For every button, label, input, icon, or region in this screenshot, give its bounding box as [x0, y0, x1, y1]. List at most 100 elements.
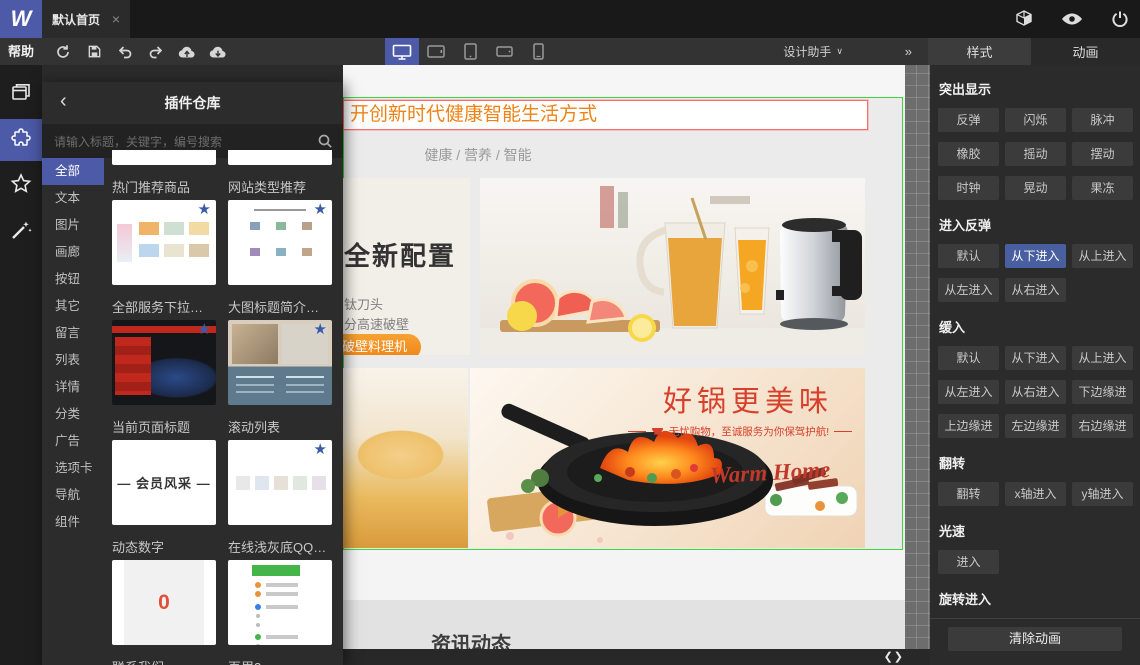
star-icon[interactable]: [198, 202, 211, 217]
animation-button-从左进入[interactable]: 从左进入: [938, 380, 999, 404]
category-导航[interactable]: 导航: [42, 482, 104, 509]
animation-button-右边缘进[interactable]: 右边缘进: [1072, 414, 1133, 438]
hero-title-element[interactable]: 开创新时代健康智能生活方式: [343, 100, 868, 130]
sidebar-item-pages[interactable]: [0, 73, 42, 115]
plugin-item[interactable]: 大图标题简介左右切...: [228, 299, 332, 419]
category-分类[interactable]: 分类: [42, 401, 104, 428]
page-tab[interactable]: 默认首页 ×: [42, 0, 130, 38]
device-phone-landscape-button[interactable]: [487, 38, 521, 65]
animation-button-默认[interactable]: 默认: [938, 244, 999, 268]
plugin-thumb-partial[interactable]: [228, 150, 332, 165]
components-cube-icon[interactable]: [1012, 7, 1036, 31]
left-product-banner[interactable]: 全新配置 钛刀头 分高速破壁 热破壁料理机: [343, 178, 470, 355]
animation-button-从右进入[interactable]: 从右进入: [1005, 278, 1066, 302]
category-详情[interactable]: 详情: [42, 374, 104, 401]
animation-button-摆动[interactable]: 摆动: [1072, 142, 1133, 166]
category-全部[interactable]: 全部: [42, 158, 104, 185]
animation-button-从上进入[interactable]: 从上进入: [1072, 346, 1133, 370]
animation-button-晃动[interactable]: 晃动: [1005, 176, 1066, 200]
animation-button-摇动[interactable]: 摇动: [1005, 142, 1066, 166]
plugin-item[interactable]: 全部服务下拉分类带...: [112, 299, 216, 419]
device-phone-portrait-button[interactable]: [521, 38, 555, 65]
animation-button-时钟[interactable]: 时钟: [938, 176, 999, 200]
app-logo[interactable]: W: [0, 0, 42, 38]
animation-button-进入[interactable]: 进入: [938, 550, 999, 574]
plugin-thumb-partial[interactable]: [112, 150, 216, 165]
sidebar-item-favorites[interactable]: [0, 165, 42, 207]
animation-button-从下进入[interactable]: 从下进入: [1005, 346, 1066, 370]
star-icon[interactable]: [314, 442, 327, 457]
animation-button-从左进入[interactable]: 从左进入: [938, 278, 999, 302]
left-banner-button[interactable]: 热破壁料理机: [343, 334, 422, 355]
preview-eye-icon[interactable]: [1060, 7, 1084, 31]
design-assistant-dropdown[interactable]: 设计助手 ∨: [783, 38, 843, 65]
plugin-item[interactable]: 网站类型推荐: [228, 179, 332, 299]
animation-button-橡胶[interactable]: 橡胶: [938, 142, 999, 166]
animation-button-下边缘进[interactable]: 下边缘进: [1072, 380, 1133, 404]
plugin-item[interactable]: 滚动列表: [228, 419, 332, 539]
plugin-item-thumbnail[interactable]: [228, 200, 332, 285]
category-留言[interactable]: 留言: [42, 320, 104, 347]
cloud-download-icon[interactable]: [207, 41, 229, 63]
power-icon[interactable]: [1108, 7, 1132, 31]
animation-button-闪烁[interactable]: 闪烁: [1005, 108, 1066, 132]
plugin-item-thumbnail[interactable]: [228, 320, 332, 405]
category-列表[interactable]: 列表: [42, 347, 104, 374]
category-广告[interactable]: 广告: [42, 428, 104, 455]
code-view-icon[interactable]: ❮❯: [884, 650, 904, 663]
help-button[interactable]: 帮助: [8, 38, 34, 65]
plugin-item[interactable]: 热门推荐商品: [112, 179, 216, 299]
star-icon[interactable]: [314, 322, 327, 337]
animation-button-脉冲[interactable]: 脉冲: [1072, 108, 1133, 132]
tab-close-icon[interactable]: ×: [112, 11, 120, 27]
plugin-item[interactable]: 动态数字 0: [112, 539, 216, 659]
device-desktop-button[interactable]: [385, 38, 419, 65]
undo-icon[interactable]: [114, 41, 136, 63]
animation-button-从上进入[interactable]: 从上进入: [1072, 244, 1133, 268]
plugin-item-thumbnail[interactable]: [112, 320, 216, 405]
category-其它[interactable]: 其它: [42, 293, 104, 320]
cloud-upload-icon[interactable]: [176, 41, 198, 63]
plugin-item-thumbnail[interactable]: [112, 200, 216, 285]
canvas-scroll-gutter[interactable]: [905, 65, 930, 649]
sidebar-item-plugins[interactable]: [0, 119, 42, 161]
plugin-item-thumbnail[interactable]: — 会员风采 —: [112, 440, 216, 525]
category-画廊[interactable]: 画廊: [42, 239, 104, 266]
plugin-item-thumbnail[interactable]: [228, 440, 332, 525]
design-canvas[interactable]: 开创新时代健康智能生活方式 健康 / 营养 / 智能 全新配置 钛刀头 分高速破…: [343, 65, 905, 649]
wok-promo-banner[interactable]: 好锅更美味 无忧购物，至诚服务为你保驾护航! Warm Home: [470, 368, 865, 548]
animation-button-y轴进入[interactable]: y轴进入: [1072, 482, 1133, 506]
animation-button-果冻[interactable]: 果冻: [1072, 176, 1133, 200]
refresh-icon[interactable]: [52, 41, 74, 63]
animation-button-从右进入[interactable]: 从右进入: [1005, 380, 1066, 404]
plugin-item[interactable]: 页眉2: [228, 659, 332, 665]
plugin-item[interactable]: 当前页面标题 — 会员风采 —: [112, 419, 216, 539]
category-图片[interactable]: 图片: [42, 212, 104, 239]
device-tablet-portrait-button[interactable]: [453, 38, 487, 65]
animation-button-默认[interactable]: 默认: [938, 346, 999, 370]
tab-style[interactable]: 样式: [928, 38, 1031, 65]
category-组件[interactable]: 组件: [42, 509, 104, 536]
animation-button-x轴进入[interactable]: x轴进入: [1005, 482, 1066, 506]
redo-icon[interactable]: [145, 41, 167, 63]
animation-button-上边缘进[interactable]: 上边缘进: [938, 414, 999, 438]
device-tablet-landscape-button[interactable]: [419, 38, 453, 65]
tab-animation[interactable]: 动画: [1031, 38, 1140, 65]
star-icon[interactable]: [198, 322, 211, 337]
animation-button-左边缘进[interactable]: 左边缘进: [1005, 414, 1066, 438]
plugin-item[interactable]: 在线浅灰底QQ客服: [228, 539, 332, 659]
collapse-panel-chevron[interactable]: »: [905, 38, 912, 65]
animation-button-反弹[interactable]: 反弹: [938, 108, 999, 132]
animation-button-从下进入[interactable]: 从下进入: [1005, 244, 1066, 268]
animation-button-翻转[interactable]: 翻转: [938, 482, 999, 506]
star-icon[interactable]: [314, 202, 327, 217]
sidebar-item-wizard[interactable]: [0, 211, 42, 253]
category-文本[interactable]: 文本: [42, 185, 104, 212]
plugin-item[interactable]: 联系我们: [112, 659, 216, 665]
category-按钮[interactable]: 按钮: [42, 266, 104, 293]
category-选项卡[interactable]: 选项卡: [42, 455, 104, 482]
clear-animation-button[interactable]: 清除动画: [948, 627, 1122, 651]
plugin-item-thumbnail[interactable]: [228, 560, 332, 645]
kettle-product-photo[interactable]: [480, 178, 865, 355]
plugin-item-thumbnail[interactable]: 0: [112, 560, 216, 645]
